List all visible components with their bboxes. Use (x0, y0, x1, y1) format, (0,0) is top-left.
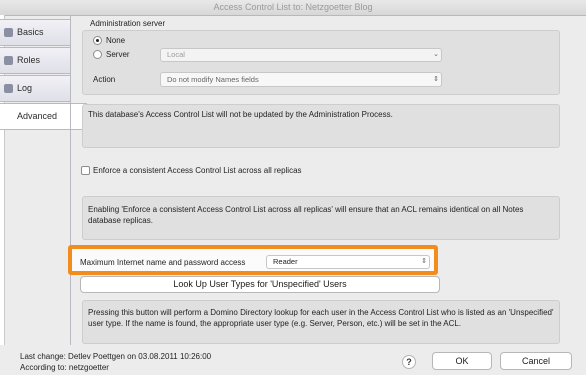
ok-button[interactable]: OK (432, 352, 492, 370)
enforce-note: Enabling 'Enforce a consistent Access Co… (88, 205, 524, 225)
internet-access-label: Maximum Internet name and password acces… (80, 258, 246, 267)
help-icon[interactable]: ? (402, 355, 416, 369)
server-select[interactable]: Local ⌄ (160, 48, 442, 62)
chevron-updown-icon: ⇕ (433, 76, 439, 83)
tab-log-label: Log (17, 83, 33, 93)
lookup-user-types-button[interactable]: Look Up User Types for 'Unspecified' Use… (80, 276, 440, 293)
tab-basics-label: Basics (17, 27, 44, 37)
roles-icon (4, 56, 13, 65)
action-select-value: Do not modify Names fields (167, 75, 259, 84)
last-change-text: Last change: Detlev Poettgen on 03.08.20… (20, 352, 212, 361)
tab-roles-label: Roles (17, 55, 41, 65)
internet-access-value: Reader (273, 257, 298, 266)
radio-none-label: None (106, 36, 126, 45)
tab-advanced[interactable]: Advanced (0, 103, 87, 130)
enforce-checkbox-label: Enforce a consistent Access Control List… (93, 166, 302, 175)
panel-divider (70, 16, 71, 356)
chevron-down-icon: ⌄ (433, 51, 439, 58)
enforce-checkbox[interactable] (81, 166, 90, 175)
radio-none[interactable] (93, 36, 102, 45)
action-select[interactable]: Do not modify Names fields ⇕ (160, 72, 442, 87)
admin-server-heading: Administration server (90, 19, 166, 28)
action-label: Action (93, 75, 116, 84)
tab-advanced-label: Advanced (17, 111, 58, 121)
basics-icon (4, 28, 13, 37)
lookup-note: Pressing this button will perform a Domi… (88, 308, 554, 328)
log-icon (4, 84, 13, 93)
server-select-value: Local (167, 50, 185, 59)
tab-log[interactable]: Log (0, 75, 70, 102)
internet-access-select[interactable]: Reader ⇕ (266, 255, 430, 269)
chevron-updown-icon: ⇕ (421, 258, 427, 265)
tab-basics[interactable]: Basics (0, 19, 70, 46)
admin-note: This database's Access Control List will… (88, 110, 393, 119)
tab-roles[interactable]: Roles (0, 47, 70, 74)
according-to-text: According to: netzgoetter (20, 363, 109, 372)
radio-server-label: Server (106, 50, 130, 59)
tab-list: Basics Roles Log Advanced (0, 19, 87, 131)
radio-server[interactable] (93, 50, 102, 59)
window-title: Access Control List to: Netzgoetter Blog (0, 0, 586, 16)
cancel-button[interactable]: Cancel (500, 352, 572, 370)
